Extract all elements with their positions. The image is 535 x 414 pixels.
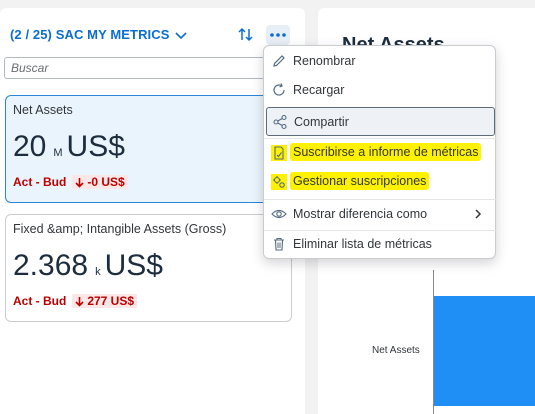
variance-value: -0 US$: [87, 175, 125, 189]
eye-icon: [271, 209, 287, 219]
trash-icon: [274, 237, 284, 251]
menu-item-label: Suscribirse a informe de métricas: [290, 143, 482, 161]
metric-value-scale: M: [53, 147, 63, 159]
metrics-panel: (2 / 25) SAC MY METRICS Net Assets 20 M …: [0, 8, 305, 414]
sort-icon[interactable]: [236, 25, 256, 45]
refresh-icon: [273, 83, 285, 96]
menu-item-label: Renombrar: [293, 54, 356, 68]
menu-item-subscribe-report[interactable]: Suscribirse a informe de métricas: [264, 139, 497, 168]
search-input[interactable]: [4, 57, 282, 79]
metric-value: 2.368 k US$: [13, 249, 163, 283]
metric-variance: Act - Bud -0 US$: [13, 175, 128, 189]
share-icon: [273, 114, 287, 130]
pencil-icon: [273, 55, 285, 67]
chart-category-label: Net Assets: [372, 345, 420, 356]
menu-item-show-difference[interactable]: Mostrar diferencia como: [264, 200, 497, 229]
menu-item-label: Recargar: [293, 83, 345, 97]
menu-item-share[interactable]: Compartir: [266, 107, 495, 136]
metric-card-net-assets[interactable]: Net Assets 20 M US$ Act - Bud -0 US$: [5, 95, 292, 203]
menu-item-label: Gestionar suscripciones: [290, 172, 430, 190]
context-menu: Renombrar Recargar Compartir Suscribirse…: [263, 45, 497, 259]
metric-title: Net Assets: [13, 103, 73, 117]
more-options-button[interactable]: [266, 25, 290, 45]
metric-value-scale: k: [95, 266, 101, 278]
metric-variance: Act - Bud 277 US$: [13, 294, 138, 308]
variance-badge: 277 US$: [72, 294, 138, 308]
menu-item-label: Compartir: [294, 115, 349, 129]
arrow-down-icon: [75, 177, 84, 188]
variance-value: 277 US$: [87, 294, 135, 308]
menu-item-label: Mostrar diferencia como: [293, 207, 428, 221]
more-icon: [270, 33, 286, 37]
variance-label: Act - Bud: [13, 294, 67, 308]
metric-value-number: 20: [13, 130, 47, 163]
variance-badge: -0 US$: [72, 175, 128, 189]
menu-item-rename[interactable]: Renombrar: [264, 47, 497, 76]
panel-header: (2 / 25) SAC MY METRICS: [0, 8, 305, 60]
metrics-list-title[interactable]: (2 / 25) SAC MY METRICS: [10, 27, 170, 42]
metric-title: Fixed &amp; Intangible Assets (Gross): [13, 222, 227, 236]
metric-value: 20 M US$: [13, 130, 125, 164]
subscribe-report-icon: [271, 145, 287, 161]
menu-item-label: Eliminar lista de métricas: [293, 237, 432, 251]
metric-value-unit: US$: [66, 130, 125, 163]
menu-item-manage-subscriptions[interactable]: Gestionar suscripciones: [264, 168, 497, 197]
menu-item-reload[interactable]: Recargar: [264, 76, 497, 105]
chevron-down-icon[interactable]: [173, 27, 189, 43]
metric-card-fixed-intangible-assets[interactable]: Fixed &amp; Intangible Assets (Gross) 2.…: [5, 214, 292, 322]
chart-bar[interactable]: [434, 296, 535, 406]
metric-value-unit: US$: [104, 249, 163, 282]
metric-value-number: 2.368: [13, 249, 89, 282]
chevron-right-icon: [475, 209, 482, 219]
arrow-down-icon: [75, 296, 84, 307]
variance-label: Act - Bud: [13, 175, 67, 189]
menu-item-delete-list[interactable]: Eliminar lista de métricas: [264, 230, 497, 259]
manage-subscriptions-icon: [271, 174, 287, 190]
